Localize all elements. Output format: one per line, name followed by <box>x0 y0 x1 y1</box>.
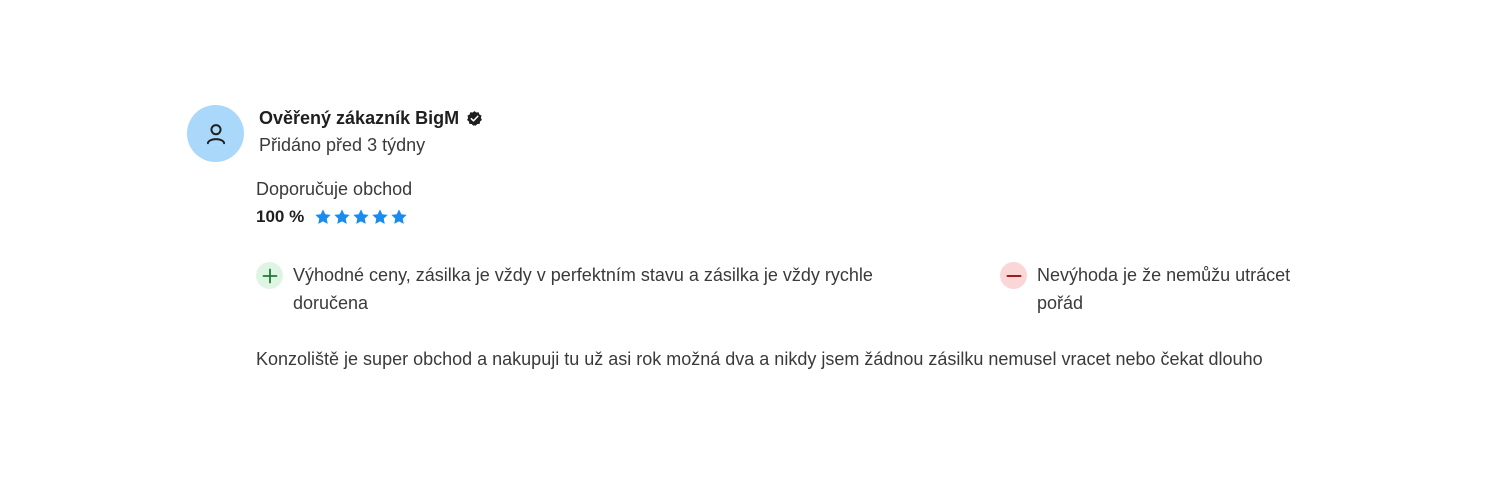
star-icon <box>333 208 351 226</box>
star-icon <box>390 208 408 226</box>
review-date: Přidáno před 3 týdny <box>259 135 426 155</box>
recommend-percent: 100 % <box>256 207 305 226</box>
minus-icon <box>1000 262 1027 289</box>
pros-item: Výhodné ceny, zásilka je vždy v perfektn… <box>256 262 876 317</box>
review-card: Ověřený zákazník BigM Přidáno před 3 týd… <box>0 0 1500 500</box>
review-body: Konzoliště je super obchod a nakupuji tu… <box>256 349 1263 369</box>
cons-text: Nevýhoda je že nemůžu utrácet pořád <box>1037 265 1291 313</box>
recommend-label: Doporučuje obchod <box>256 179 413 199</box>
verified-check-icon <box>466 110 483 127</box>
author-name: Ověřený zákazník BigM <box>259 108 483 129</box>
plus-icon <box>256 262 283 289</box>
rating: 100 % <box>256 207 408 227</box>
author-name-text: Ověřený zákazník BigM <box>259 108 460 128</box>
star-icon <box>314 208 332 226</box>
star-icon <box>371 208 389 226</box>
user-icon <box>203 121 229 147</box>
pros-text: Výhodné ceny, zásilka je vždy v perfektn… <box>293 265 873 313</box>
star-icon <box>352 208 370 226</box>
star-rating <box>314 208 408 226</box>
avatar <box>187 105 244 162</box>
cons-item: Nevýhoda je že nemůžu utrácet pořád <box>1000 262 1320 317</box>
